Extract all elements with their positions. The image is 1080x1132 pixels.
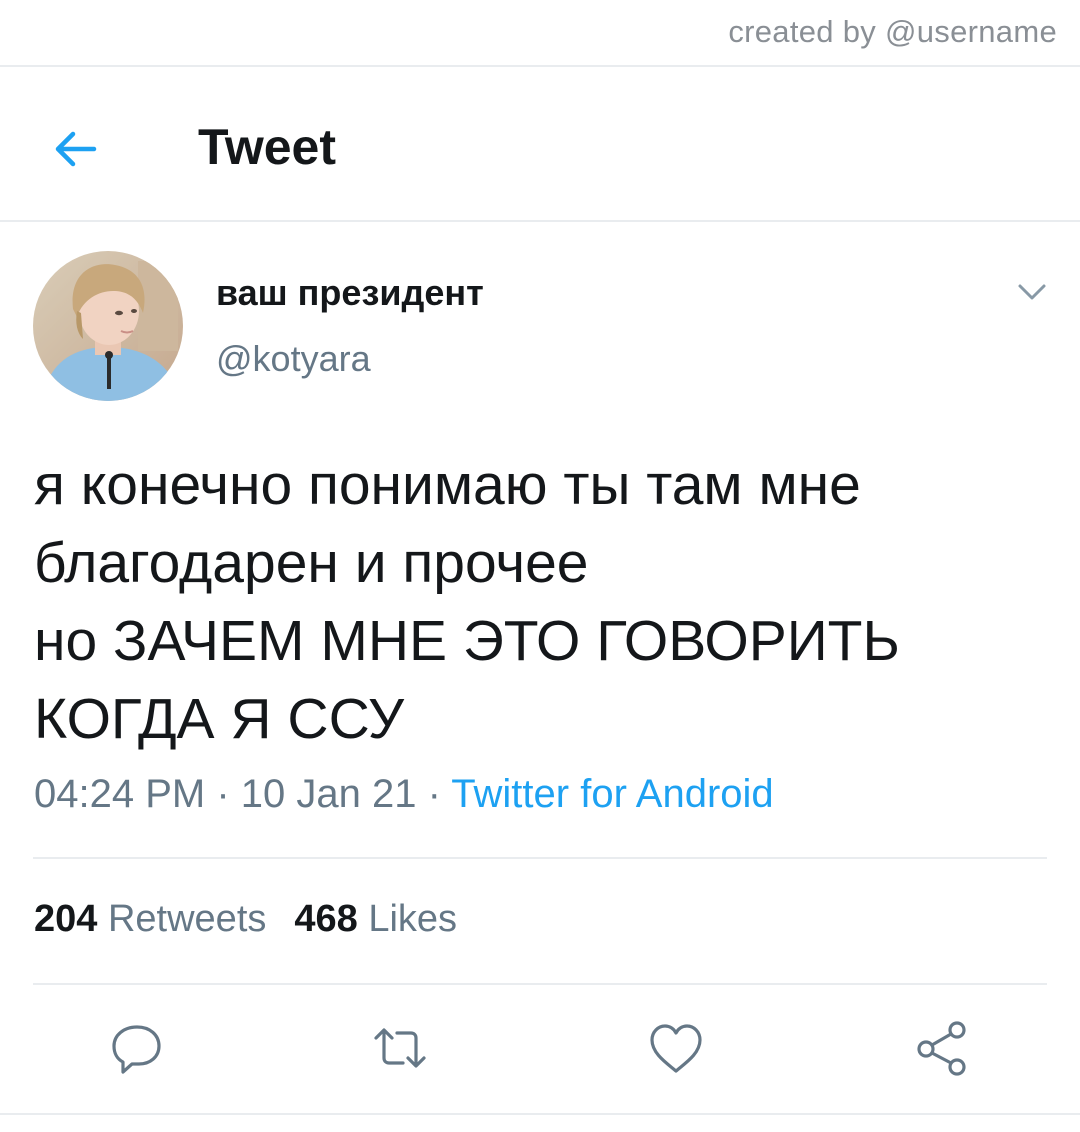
divider — [33, 983, 1047, 985]
reply-icon — [112, 1025, 161, 1074]
retweets-count: 204 — [34, 898, 98, 940]
share-button[interactable] — [912, 1018, 972, 1078]
reply-button[interactable] — [107, 1018, 167, 1078]
like-button[interactable] — [646, 1018, 706, 1078]
chevron-down-icon — [1018, 284, 1046, 300]
heart-icon — [650, 1024, 702, 1073]
likes-count: 468 — [294, 898, 358, 940]
tweet-text-line: я конечно понимаю ты там мне — [34, 453, 861, 517]
tweet-stats: 204 Retweets 468 Likes — [34, 898, 485, 941]
avatar-image — [33, 251, 183, 401]
meta-separator: · — [205, 772, 241, 816]
divider — [0, 1113, 1080, 1115]
retweets-stat[interactable]: 204 Retweets — [34, 898, 266, 941]
meta-separator: · — [416, 772, 452, 816]
back-button[interactable] — [46, 118, 108, 180]
tweet-source-link[interactable]: Twitter for Android — [451, 772, 773, 816]
tweet-text: я конечно понимаю ты там мне благодарен … — [34, 446, 1044, 758]
tweet-text-line: КОГДА Я ССУ — [34, 687, 405, 751]
author-display-name[interactable]: ваш президент — [216, 272, 484, 314]
divider — [33, 857, 1047, 859]
retweets-label: Retweets — [107, 898, 267, 940]
likes-stat[interactable]: 468 Likes — [294, 898, 457, 941]
divider — [0, 65, 1080, 67]
retweet-button[interactable] — [370, 1018, 430, 1078]
tweet-date[interactable]: 10 Jan 21 — [241, 772, 417, 816]
page-title: Tweet — [198, 119, 336, 175]
likes-label: Likes — [368, 898, 458, 940]
retweet-icon — [374, 1028, 426, 1068]
watermark-credit: created by @username — [728, 14, 1057, 49]
tweet-text-line: благодарен и прочее — [34, 531, 589, 595]
avatar[interactable] — [33, 251, 183, 401]
tweet-meta: 04:24 PM · 10 Jan 21 · Twitter for Andro… — [34, 772, 774, 817]
share-icon — [917, 1021, 966, 1076]
more-options-button[interactable] — [1012, 274, 1052, 310]
tweet-time: 04:24 PM — [34, 772, 206, 816]
back-arrow-icon — [55, 131, 97, 167]
tweet-text-line: но ЗАЧЕМ МНЕ ЭТО ГОВОРИТЬ — [34, 609, 900, 673]
author-handle[interactable]: @kotyara — [216, 338, 371, 380]
divider — [0, 220, 1080, 222]
